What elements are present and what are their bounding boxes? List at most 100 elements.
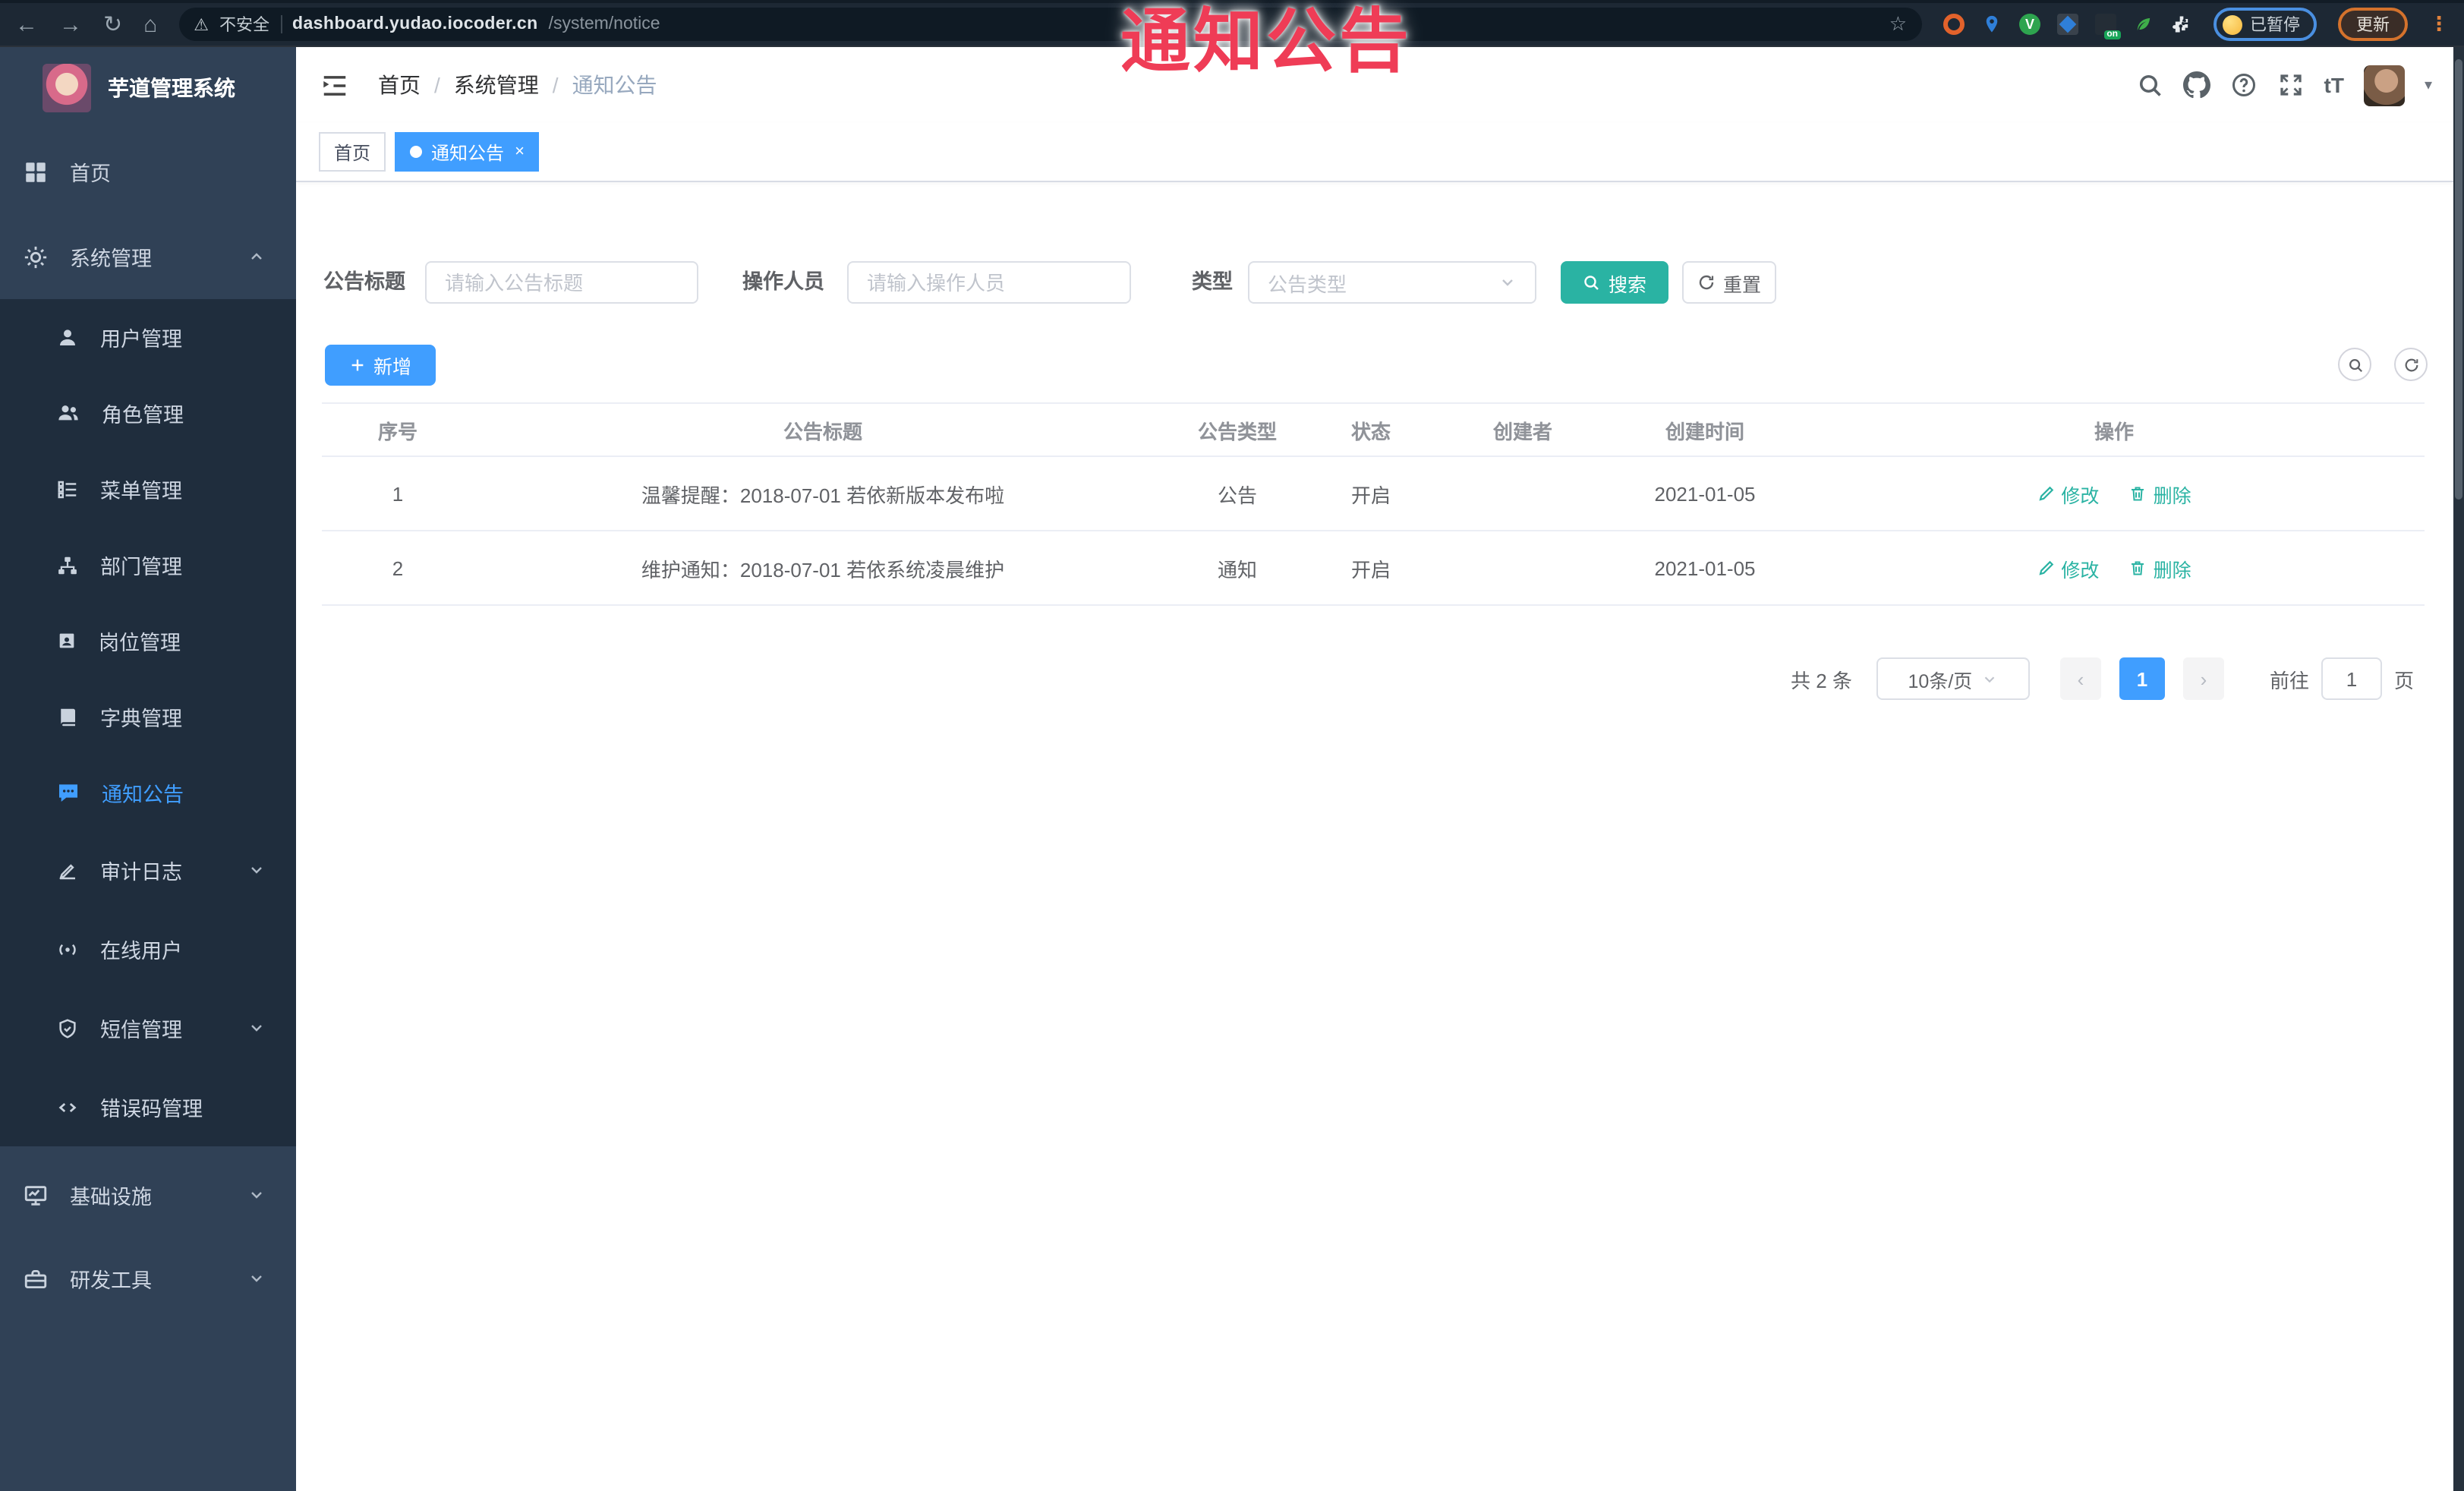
extension-orange-ring-icon[interactable]	[1943, 14, 1965, 35]
page-size-select[interactable]: 10条/页	[1876, 657, 2030, 700]
sidebar-item-label: 研发工具	[70, 1269, 152, 1292]
sidebar-item-system-management[interactable]: 系统管理	[0, 214, 296, 299]
sidebar-item-user-management[interactable]: 用户管理	[0, 299, 296, 375]
edit-link[interactable]: 修改	[2037, 553, 2099, 582]
prev-page-button[interactable]: ‹	[2059, 657, 2101, 700]
sidebar-item-label: 短信管理	[100, 1019, 182, 1042]
github-icon[interactable]	[2183, 71, 2210, 99]
sidebar-item-dept-management[interactable]: 部门管理	[0, 527, 296, 603]
breadcrumb-home[interactable]: 首页	[378, 70, 421, 100]
edit-icon	[2037, 484, 2055, 503]
cell-created: 2021-01-05	[1654, 556, 1756, 579]
notice-type-select[interactable]: 公告类型	[1248, 261, 1536, 304]
sidebar-item-menu-management[interactable]: 菜单管理	[0, 451, 296, 527]
extension-pin-icon[interactable]	[1981, 14, 2002, 35]
delete-link[interactable]: 删除	[2129, 479, 2191, 508]
sidebar-item-notice-announcement[interactable]: 通知公告	[0, 755, 296, 831]
current-page-button[interactable]: 1	[2119, 657, 2165, 700]
font-size-icon[interactable]: tT	[2324, 73, 2344, 97]
sidebar-item-post-management[interactable]: 岗位管理	[0, 603, 296, 679]
extension-switch-icon[interactable]: on	[2095, 14, 2121, 39]
breadcrumb-system-management[interactable]: 系统管理	[454, 70, 539, 100]
online-user-icon	[56, 938, 79, 960]
profile-paused-chip[interactable]: 已暂停	[2214, 8, 2317, 41]
chevron-down-icon	[1498, 273, 1517, 292]
infrastructure-icon	[23, 1182, 49, 1208]
refresh-circle-button[interactable]	[2394, 348, 2428, 381]
delete-link[interactable]: 删除	[2129, 553, 2191, 582]
main-content: 首页 / 系统管理 / 通知公告 tT ▾ 首页 通知公告 × 公告标题 请输入…	[296, 47, 2453, 1491]
reset-button[interactable]: 重置	[1682, 261, 1776, 304]
plus-icon	[349, 357, 366, 374]
tab-notice-announcement[interactable]: 通知公告 ×	[395, 132, 540, 172]
bookmark-star-icon[interactable]: ☆	[1889, 12, 1907, 36]
dev-tools-icon	[23, 1266, 49, 1291]
col-header-created: 创建时间	[1665, 420, 1744, 443]
avatar-caret-down-icon[interactable]: ▾	[2425, 77, 2432, 93]
chevron-down-icon	[247, 861, 266, 879]
sidebar-item-sms-management[interactable]: 短信管理	[0, 988, 296, 1067]
edit-label: 修改	[2061, 485, 2100, 506]
notice-title-input[interactable]	[425, 261, 698, 304]
add-button[interactable]: 新增	[325, 345, 436, 386]
browser-back-icon[interactable]: ←	[15, 13, 38, 36]
extensions-puzzle-icon[interactable]	[2171, 14, 2192, 35]
sidebar-item-label: 通知公告	[102, 783, 184, 806]
browser-menu-kebab-icon[interactable]: ⋮	[2429, 12, 2449, 36]
operator-input[interactable]	[847, 261, 1131, 304]
col-header-no: 序号	[377, 420, 417, 443]
browser-forward-icon[interactable]: →	[59, 13, 82, 36]
sidebar-item-dev-tools[interactable]: 研发工具	[0, 1239, 296, 1318]
notice-title-label: 公告标题	[323, 270, 405, 293]
navbar-actions: tT ▾	[2136, 47, 2432, 123]
address-bar[interactable]: ⚠ 不安全 dashboard.yudao.iocoder.cn /system…	[178, 8, 1922, 41]
edit-link[interactable]: 修改	[2037, 479, 2099, 508]
browser-update-button[interactable]: 更新	[2338, 8, 2408, 41]
system-management-submenu: 用户管理 角色管理 菜单管理 部门管理 岗位管理 字典管理 通知公告 审计日志 …	[0, 299, 296, 1146]
sidebar-item-label: 字典管理	[100, 708, 182, 730]
breadcrumb-separator: /	[434, 73, 440, 97]
sidebar-collapse-icon[interactable]	[320, 71, 349, 99]
sidebar-item-label: 基础设施	[70, 1186, 152, 1209]
extension-vue-devtools-icon[interactable]: V	[2019, 14, 2040, 35]
sidebar-item-infrastructure[interactable]: 基础设施	[0, 1155, 296, 1234]
dashboard-icon	[23, 159, 49, 184]
cell-title: 维护通知：2018-07-01 若依系统凌晨维护	[641, 558, 1005, 581]
scrollbar-thumb[interactable]	[2455, 59, 2462, 500]
paused-label: 已暂停	[2250, 17, 2300, 35]
sidebar-item-audit-log[interactable]: 审计日志	[0, 831, 296, 909]
edit-icon	[2037, 559, 2055, 577]
sidebar-item-label: 角色管理	[102, 404, 184, 427]
search-icon[interactable]	[2136, 71, 2163, 99]
sidebar-item-label: 首页	[70, 162, 111, 185]
browser-home-icon[interactable]: ⌂	[143, 13, 157, 36]
col-header-creator: 创建者	[1492, 420, 1552, 443]
app-logo[interactable]: 芋道管理系统	[0, 47, 296, 129]
screen: ← → ↻ ⌂ ⚠ 不安全 dashboard.yudao.iocoder.cn…	[0, 0, 2464, 1491]
cell-no: 2	[392, 556, 404, 579]
sidebar-item-error-code-management[interactable]: 错误码管理	[0, 1067, 296, 1146]
tab-home[interactable]: 首页	[319, 132, 386, 172]
browser-reload-icon[interactable]: ↻	[103, 13, 122, 36]
search-button[interactable]: 搜索	[1561, 261, 1668, 304]
page-unit-label: 页	[2393, 669, 2414, 692]
search-icon	[2346, 356, 2363, 373]
refresh-icon	[1697, 273, 1716, 292]
toggle-search-circle-button[interactable]	[2338, 348, 2371, 381]
sidebar-item-role-management[interactable]: 角色管理	[0, 375, 296, 451]
sidebar-item-home[interactable]: 首页	[0, 129, 296, 214]
goto-page-input[interactable]	[2321, 657, 2382, 700]
fullscreen-icon[interactable]	[2277, 71, 2305, 99]
page-size-label: 10条/页	[1908, 670, 1973, 692]
help-icon[interactable]	[2230, 71, 2258, 99]
extension-diamond-icon[interactable]	[2057, 14, 2078, 35]
user-avatar[interactable]	[2363, 65, 2405, 106]
extension-leaf-icon[interactable]	[2133, 14, 2154, 35]
col-header-status: 状态	[1350, 420, 1391, 443]
sidebar-item-online-users[interactable]: 在线用户	[0, 909, 296, 988]
tags-view-bar: 首页 通知公告 ×	[296, 123, 2453, 182]
tab-close-icon[interactable]: ×	[515, 143, 525, 160]
sidebar-item-dict-management[interactable]: 字典管理	[0, 679, 296, 755]
next-page-button[interactable]: ›	[2182, 657, 2224, 700]
users-icon	[56, 401, 80, 425]
